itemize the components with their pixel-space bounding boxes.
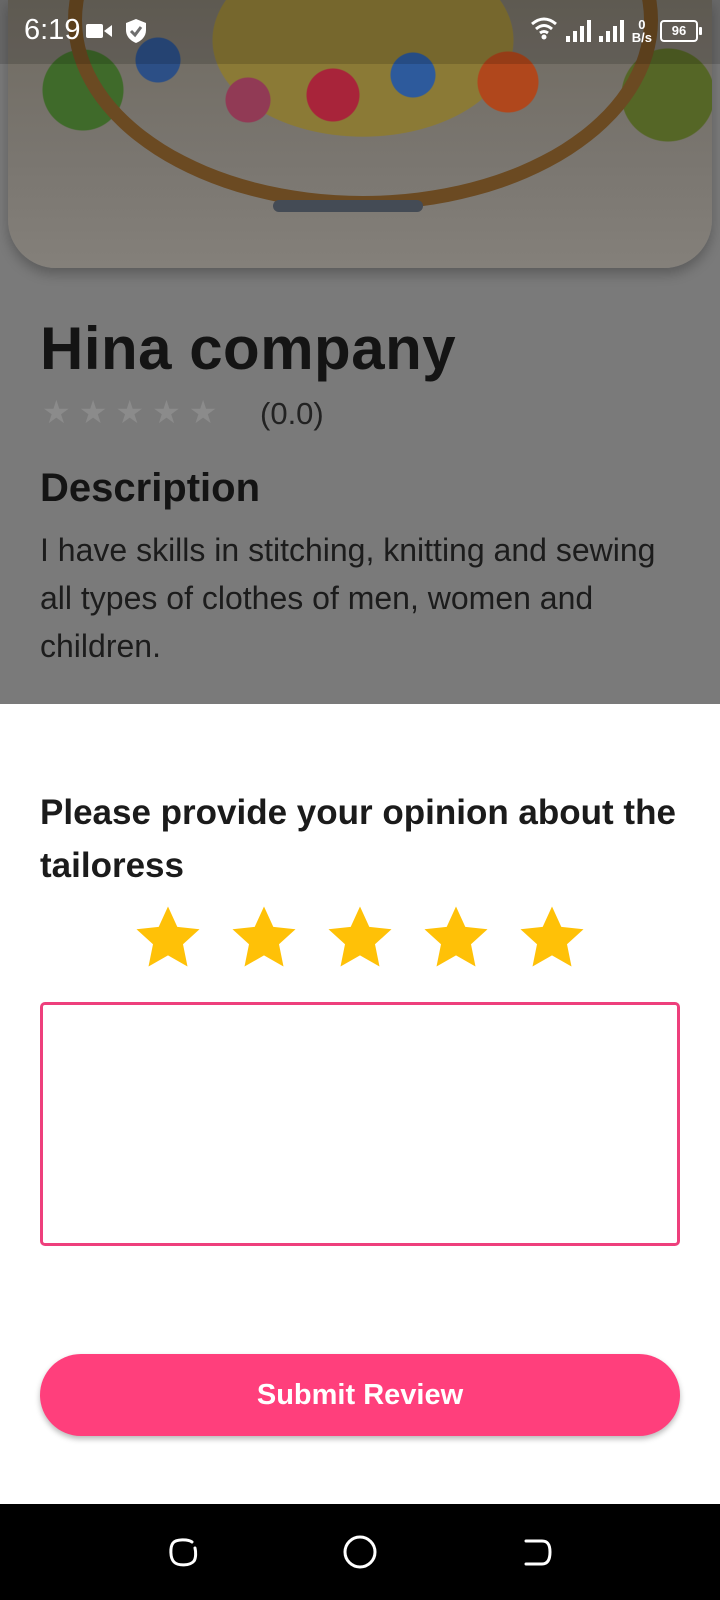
description-heading: Description bbox=[40, 466, 261, 510]
submit-review-button[interactable]: Submit Review bbox=[40, 1354, 680, 1436]
rating-star-icon: ★ bbox=[115, 394, 145, 430]
review-text-input[interactable] bbox=[40, 1002, 680, 1246]
navigation-bar bbox=[0, 1504, 720, 1600]
recent-apps-icon[interactable] bbox=[166, 1534, 202, 1570]
star-icon-5[interactable] bbox=[516, 902, 588, 974]
signal-icon bbox=[598, 19, 624, 42]
star-icon-3[interactable] bbox=[324, 902, 396, 974]
net-speed-unit: B/s bbox=[631, 29, 652, 45]
shield-check-icon bbox=[124, 18, 148, 49]
hoop-screw bbox=[273, 200, 423, 212]
wifi-icon bbox=[530, 16, 558, 45]
status-time: 6:19 bbox=[24, 14, 81, 46]
rating-star-icon: ★ bbox=[152, 394, 181, 430]
signal-icon bbox=[565, 19, 591, 42]
review-bottom-sheet: Please provide your opinion about the ta… bbox=[0, 704, 720, 1504]
net-speed: 0 B/s bbox=[632, 18, 652, 44]
company-rating-stars: ★ ★ ★ ★ ★ bbox=[42, 396, 217, 428]
battery-icon: 96 bbox=[660, 19, 702, 42]
back-icon[interactable] bbox=[518, 1534, 554, 1570]
star-icon-1[interactable] bbox=[132, 902, 204, 974]
rating-star-icon: ★ bbox=[78, 394, 108, 430]
star-icon-2[interactable] bbox=[228, 902, 300, 974]
rating-star-icon: ★ bbox=[188, 394, 218, 430]
rating-star-icon: ★ bbox=[42, 394, 71, 430]
company-rating-value: (0.0) bbox=[260, 396, 324, 431]
video-camera-icon bbox=[86, 22, 112, 45]
review-rating-stars bbox=[132, 902, 588, 982]
home-icon[interactable] bbox=[342, 1534, 378, 1570]
star-icon-4[interactable] bbox=[420, 902, 492, 974]
net-speed-value: 0 bbox=[638, 16, 646, 32]
company-name: Hina company bbox=[40, 315, 457, 382]
status-bar: 6:19 0 B/s 96 bbox=[0, 0, 720, 64]
description-text: I have skills in stitching, knitting and… bbox=[40, 532, 656, 664]
review-prompt: Please provide your opinion about the ta… bbox=[40, 793, 676, 885]
